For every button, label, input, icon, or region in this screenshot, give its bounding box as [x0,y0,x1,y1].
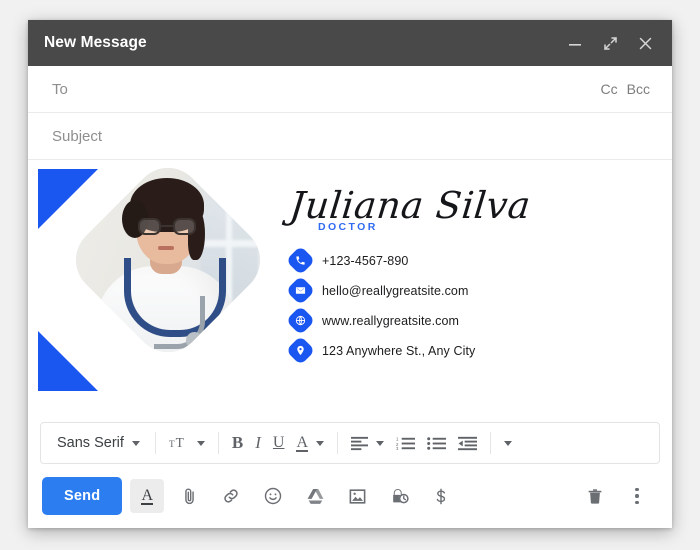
formatting-toolbar: Sans Serif T T B I U A 1 2 3 [40,422,660,464]
compose-title-bar: New Message [28,20,672,66]
bulleted-list-button[interactable] [421,428,452,458]
chevron-down-icon [316,440,325,446]
chevron-down-icon [504,440,513,446]
svg-text:T: T [176,435,184,450]
close-icon[interactable] [636,34,654,52]
contact-text: +123-4567-890 [322,253,409,268]
chevron-down-icon [131,440,140,446]
align-button[interactable] [345,428,390,458]
insert-money-icon[interactable] [424,479,458,513]
contact-row: hello@reallygreatsite.com [285,275,620,306]
underline-button[interactable]: U [267,428,291,458]
contact-text: 123 Anywhere St., Any City [322,343,476,358]
indent-less-button[interactable] [452,428,483,458]
formatting-options-icon[interactable]: A [130,479,165,513]
text-color-button[interactable]: A [290,428,330,458]
message-body[interactable]: Juliana Silva DOCTOR +123-4567-890 hello… [28,160,672,422]
divider [154,432,156,454]
insert-link-icon[interactable] [214,479,248,513]
subject-label: Subject [52,127,103,145]
minimize-icon[interactable] [566,34,584,52]
email-signature-card: Juliana Silva DOCTOR +123-4567-890 hello… [28,160,648,398]
bold-button[interactable]: B [226,428,249,458]
svg-text:3: 3 [396,446,399,451]
signature-name: Juliana Silva [287,184,533,227]
divider [217,432,219,454]
confidential-mode-icon[interactable] [382,479,416,513]
chevron-down-icon [196,440,205,446]
page-title: New Message [44,34,147,51]
contact-row: 123 Anywhere St., Any City [285,335,620,366]
font-size-button[interactable]: T T [163,428,211,458]
to-field-row[interactable]: To Cc Bcc [28,66,672,113]
attach-file-icon[interactable] [172,479,206,513]
signature-text-block: Juliana Silva DOCTOR +123-4567-890 hello… [285,184,620,366]
to-label: To [52,80,68,98]
insert-emoji-icon[interactable] [256,479,290,513]
envelope-icon [285,275,316,306]
bcc-button[interactable]: Bcc [627,81,650,97]
chevron-down-icon [376,440,385,446]
contact-row: +123-4567-890 [285,245,620,276]
location-pin-icon [285,335,316,366]
discard-draft-icon[interactable] [578,479,612,513]
globe-icon [285,305,316,336]
divider [490,432,492,454]
contact-row: www.reallygreatsite.com [285,305,620,336]
numbered-list-button[interactable]: 1 2 3 [390,428,421,458]
svg-text:T: T [169,439,175,449]
font-family-dropdown[interactable]: Sans Serif [47,428,148,458]
svg-text:1: 1 [396,436,399,441]
cc-button[interactable]: Cc [601,81,618,97]
cc-bcc-group: Cc Bcc [601,81,650,97]
divider [337,432,339,454]
insert-photo-icon[interactable] [340,479,374,513]
decorative-triangle-bottom [38,331,98,391]
insert-drive-icon[interactable] [298,479,332,513]
compose-action-bar: Send A [28,464,672,528]
more-options-icon[interactable] [620,479,654,513]
expand-icon[interactable] [601,34,619,52]
compose-window: New Message To Cc Bcc Subject Juliana Si… [28,20,672,528]
contact-text: hello@reallygreatsite.com [322,283,469,298]
subject-field-row[interactable]: Subject [28,113,672,160]
italic-button[interactable]: I [249,428,267,458]
contact-text: www.reallygreatsite.com [322,313,460,328]
phone-icon [285,245,316,276]
more-formatting-button[interactable] [498,428,518,458]
contact-list: +123-4567-890 hello@reallygreatsite.com [285,245,620,366]
decorative-triangle-top [38,169,98,229]
send-button[interactable]: Send [42,477,123,515]
font-family-value: Sans Serif [57,435,124,451]
window-controls [566,34,654,52]
